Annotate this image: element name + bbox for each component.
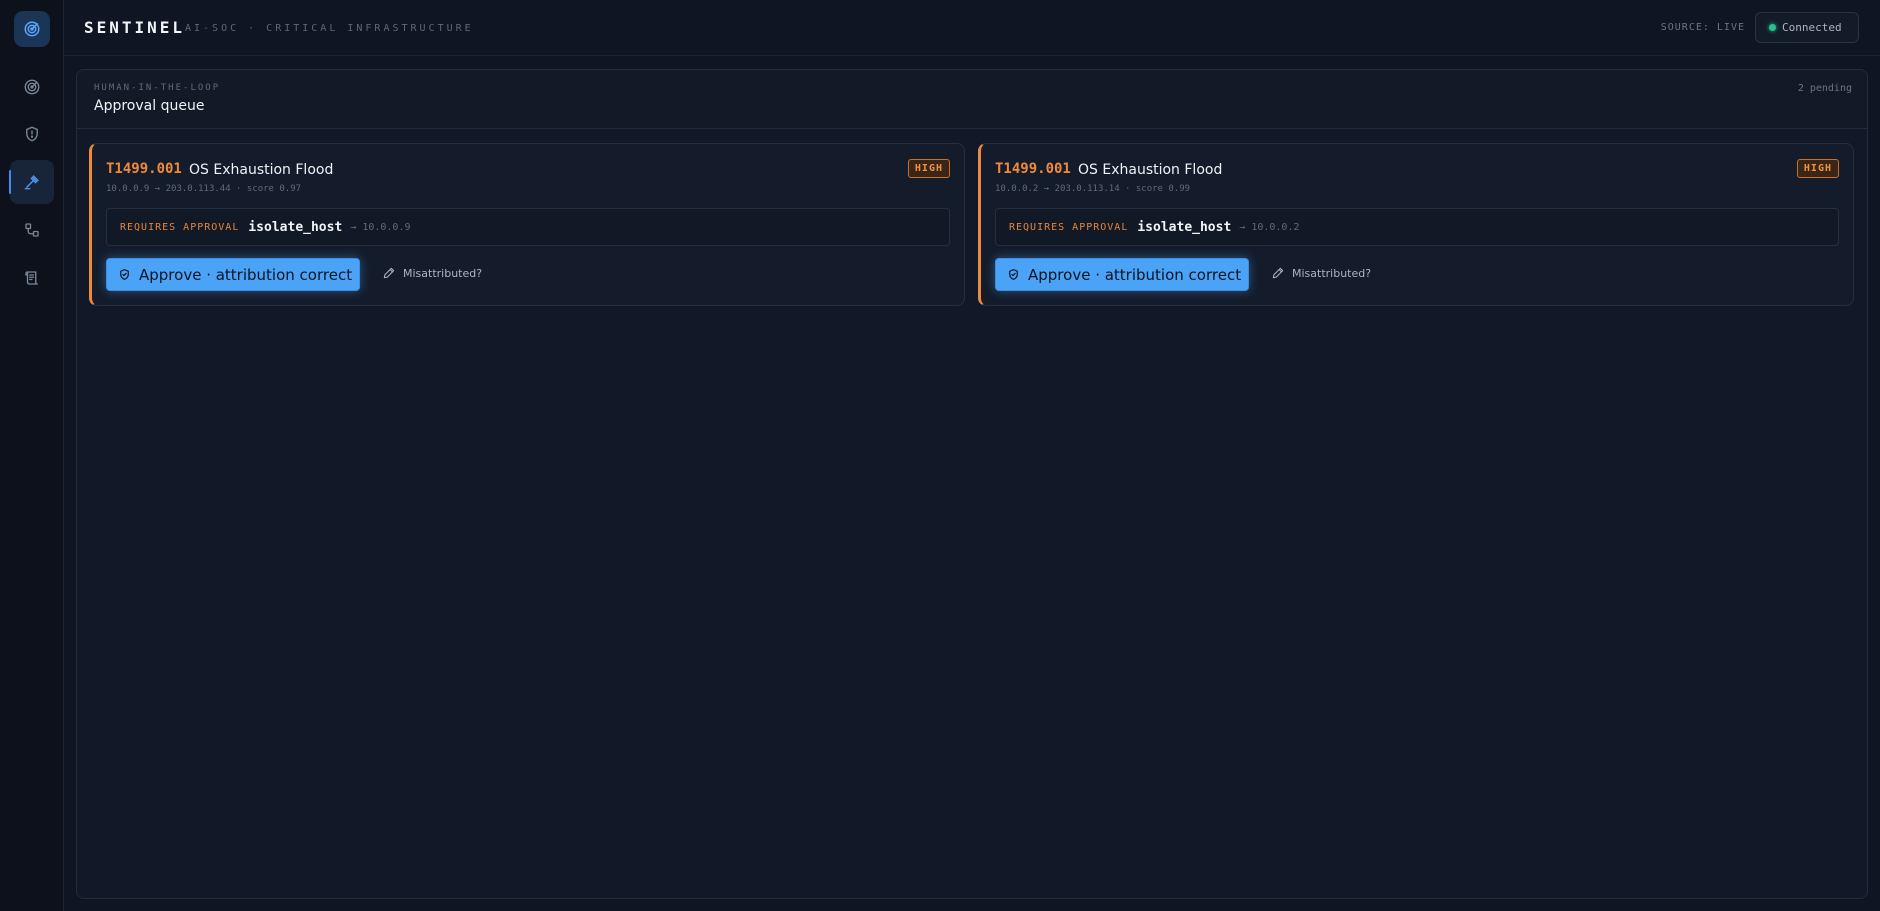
action-target: → 10.0.0.2 [1239,221,1300,233]
nav-item-shield[interactable] [10,112,54,156]
pencil-icon [383,267,395,279]
nav-item-workflow[interactable] [10,208,54,252]
approval-queue-panel: HUMAN-IN-THE-LOOP Approval queue 2 pendi… [76,69,1868,899]
shield-check-icon [1009,269,1018,280]
misattributed-label: Misattributed? [1292,266,1372,280]
status-dot-icon [1769,24,1776,31]
radar-icon [24,79,40,95]
scroll-icon [25,271,38,285]
action-name: isolate_host [248,219,343,235]
pencil-icon [1272,267,1284,279]
alert-meta: 10.0.0.9 → 203.0.113.44 · score 0.97 [106,184,302,194]
top-bar: SENTINEL AI-SOC · CRITICAL INFRASTRUCTUR… [64,0,1880,56]
technique-id: T1499.001 [106,161,182,177]
action-name: isolate_host [1137,219,1232,235]
connection-status-badge: Connected [1755,12,1859,43]
sidebar [0,0,64,911]
alert-title: OS Exhaustion Flood [1078,162,1223,178]
approve-button[interactable]: Approve · attribution correct [995,258,1249,291]
approve-button[interactable]: Approve · attribution correct [106,258,360,291]
approve-button-label: Approve · attribution correct [1028,265,1242,284]
pending-count: 2 pending [1797,83,1852,94]
severity-badge: HIGH [907,159,950,178]
alert-title: OS Exhaustion Flood [189,162,334,178]
app-subtitle: AI-SOC · CRITICAL INFRASTRUCTURE [185,23,474,34]
panel-header: HUMAN-IN-THE-LOOP Approval queue 2 pendi… [77,70,1867,129]
action-target: → 10.0.0.9 [350,221,411,233]
logo[interactable] [14,11,50,47]
app-name: SENTINEL [84,18,186,37]
alert-meta: 10.0.0.2 → 203.0.113.14 · score 0.99 [995,184,1191,194]
approve-button-label: Approve · attribution correct [139,265,353,284]
shield-icon [26,126,38,142]
misattributed-button[interactable]: Misattributed? [382,266,482,280]
panel-title: Approval queue [94,98,205,114]
source-label: SOURCE: LIVE [1660,22,1745,33]
misattributed-label: Misattributed? [403,266,483,280]
technique-id: T1499.001 [995,161,1071,177]
requires-approval-label: REQUIRES APPROVAL [1009,221,1129,233]
nav-item-approvals[interactable] [9,160,54,204]
severity-badge: HIGH [1796,159,1839,178]
radar-logo-icon [24,21,40,37]
nav-item-radar[interactable] [10,65,54,109]
panel-kicker: HUMAN-IN-THE-LOOP [94,83,221,93]
approval-card: T1499.001 OS Exhaustion Flood HIGH 10.0.… [89,143,965,306]
requires-approval-box: REQUIRES APPROVAL isolate_host → 10.0.0.… [995,208,1839,246]
shield-check-icon [120,269,129,280]
approval-card: T1499.001 OS Exhaustion Flood HIGH 10.0.… [978,143,1854,306]
nav-item-logs[interactable] [10,256,54,300]
requires-approval-box: REQUIRES APPROVAL isolate_host → 10.0.0.… [106,208,950,246]
gavel-icon [24,175,39,190]
workflow-icon [25,223,39,237]
misattributed-button[interactable]: Misattributed? [1271,266,1371,280]
requires-approval-label: REQUIRES APPROVAL [120,221,240,233]
connection-status-text: Connected [1782,21,1842,34]
